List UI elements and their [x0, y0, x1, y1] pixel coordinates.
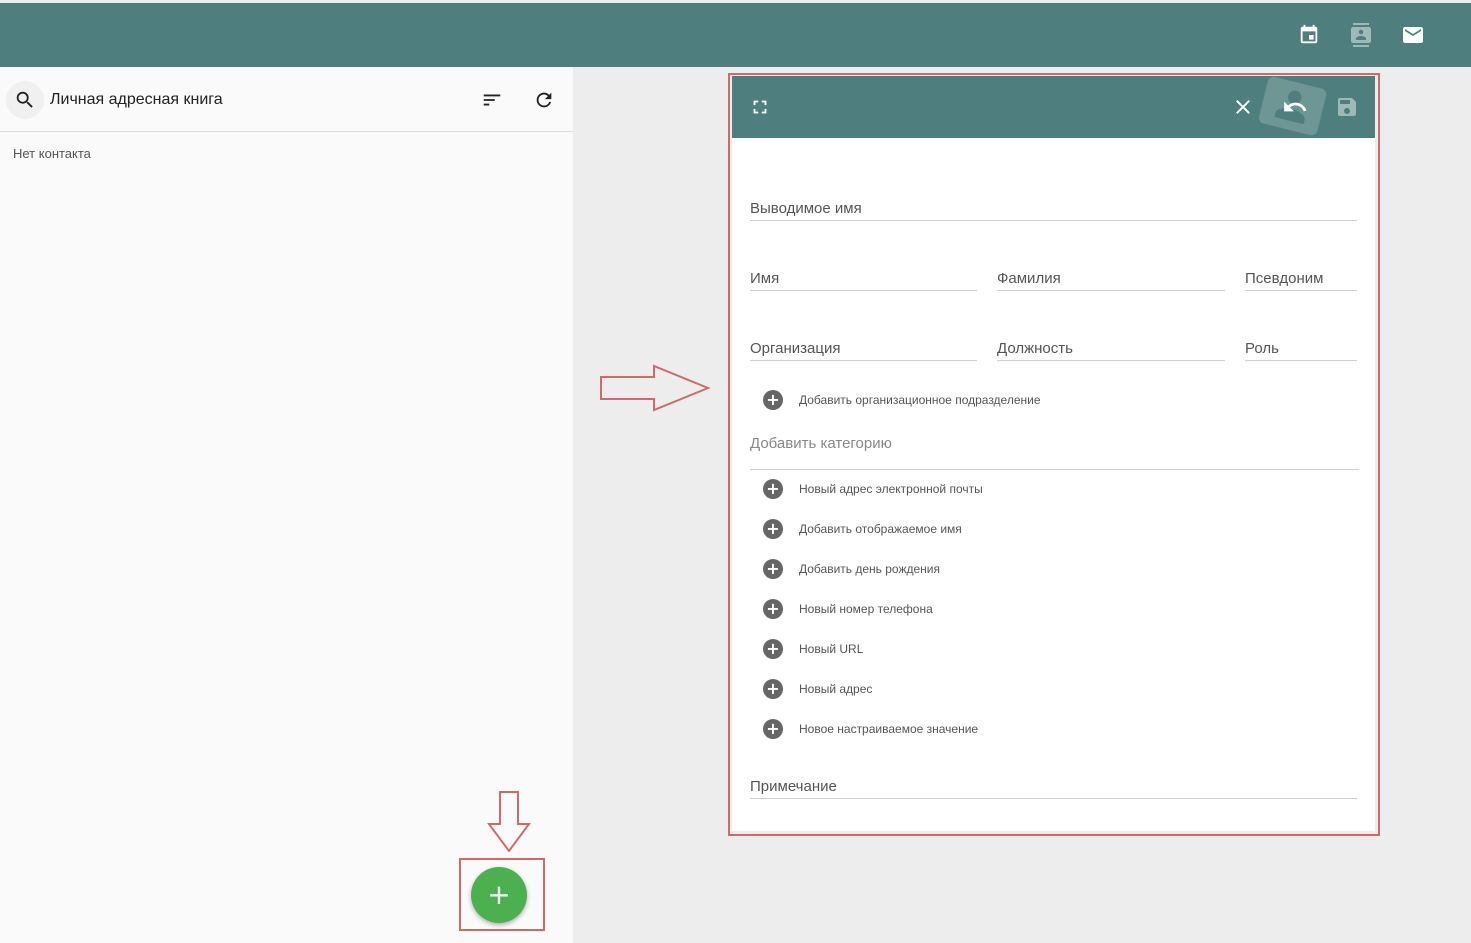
add-department-label: Добавить организационное подразделение [799, 393, 1041, 407]
editor-header [732, 76, 1375, 138]
add-circle-icon: + [763, 519, 783, 539]
last-name-label: Фамилия [997, 270, 1061, 287]
add-category-label: Добавить категорию [750, 435, 892, 452]
add-birthday-button[interactable]: + Добавить день рождения [763, 557, 940, 581]
right-arrow-annotation [600, 364, 711, 412]
add-address-button[interactable]: + Новый адрес [763, 677, 872, 701]
note-label: Примечание [750, 778, 837, 795]
add-circle-icon: + [763, 479, 783, 499]
add-custom-value-button[interactable]: + Новое настраиваемое значение [763, 717, 978, 741]
organization-field[interactable]: Организация [750, 338, 977, 361]
calendar-icon[interactable] [1295, 21, 1323, 49]
first-name-label: Имя [750, 270, 780, 287]
nickname-label: Псевдоним [1245, 270, 1324, 287]
refresh-icon[interactable] [531, 87, 557, 113]
add-circle-icon: + [763, 679, 783, 699]
add-department-button[interactable]: + Добавить организационное подразделение [763, 388, 1041, 412]
first-name-field[interactable]: Имя [750, 268, 977, 291]
add-contact-button[interactable]: + [471, 867, 527, 923]
mail-icon[interactable] [1399, 21, 1427, 49]
fullscreen-icon[interactable] [749, 96, 771, 118]
empty-list-message: Нет контакта [13, 146, 91, 161]
undo-icon[interactable] [1282, 94, 1308, 120]
add-email-label: Новый адрес электронной почты [799, 482, 983, 496]
add-circle-icon: + [763, 639, 783, 659]
add-address-label: Новый адрес [799, 682, 873, 696]
organization-label: Организация [750, 340, 841, 357]
search-icon[interactable] [6, 81, 44, 119]
sort-icon[interactable] [479, 87, 505, 113]
add-category-field[interactable]: Добавить категорию [750, 433, 1359, 470]
add-phone-label: Новый номер телефона [799, 602, 933, 616]
add-display-name-button[interactable]: + Добавить отображаемое имя [763, 517, 962, 541]
add-custom-value-label: Новое настраиваемое значение [799, 722, 979, 736]
top-app-bar [0, 3, 1471, 67]
add-url-button[interactable]: + Новый URL [763, 637, 863, 661]
add-url-label: Новый URL [799, 642, 864, 656]
add-display-name-label: Добавить отображаемое имя [799, 522, 962, 536]
add-circle-icon: + [763, 390, 783, 410]
add-circle-icon: + [763, 559, 783, 579]
note-field[interactable]: Примечание [750, 776, 1357, 799]
add-circle-icon: + [763, 599, 783, 619]
job-title-label: Должность [997, 340, 1073, 357]
contacts-icon[interactable] [1347, 21, 1375, 49]
close-icon[interactable] [1231, 95, 1255, 119]
nickname-field[interactable]: Псевдоним [1245, 268, 1357, 291]
address-book-search-input[interactable] [50, 87, 430, 113]
add-circle-icon: + [763, 719, 783, 739]
down-arrow-annotation [487, 791, 531, 853]
last-name-field[interactable]: Фамилия [997, 268, 1225, 291]
contact-editor: Выводимое имя Имя Фамилия Псевдоним Орга… [732, 76, 1375, 831]
display-name-field[interactable]: Выводимое имя [750, 198, 1357, 221]
display-name-label: Выводимое имя [750, 200, 862, 217]
role-label: Роль [1245, 340, 1279, 357]
add-email-button[interactable]: + Новый адрес электронной почты [763, 477, 983, 501]
add-phone-button[interactable]: + Новый номер телефона [763, 597, 933, 621]
add-birthday-label: Добавить день рождения [799, 562, 940, 576]
job-title-field[interactable]: Должность [997, 338, 1225, 361]
save-icon[interactable] [1335, 95, 1359, 119]
role-field[interactable]: Роль [1245, 338, 1357, 361]
search-bar [0, 67, 573, 132]
